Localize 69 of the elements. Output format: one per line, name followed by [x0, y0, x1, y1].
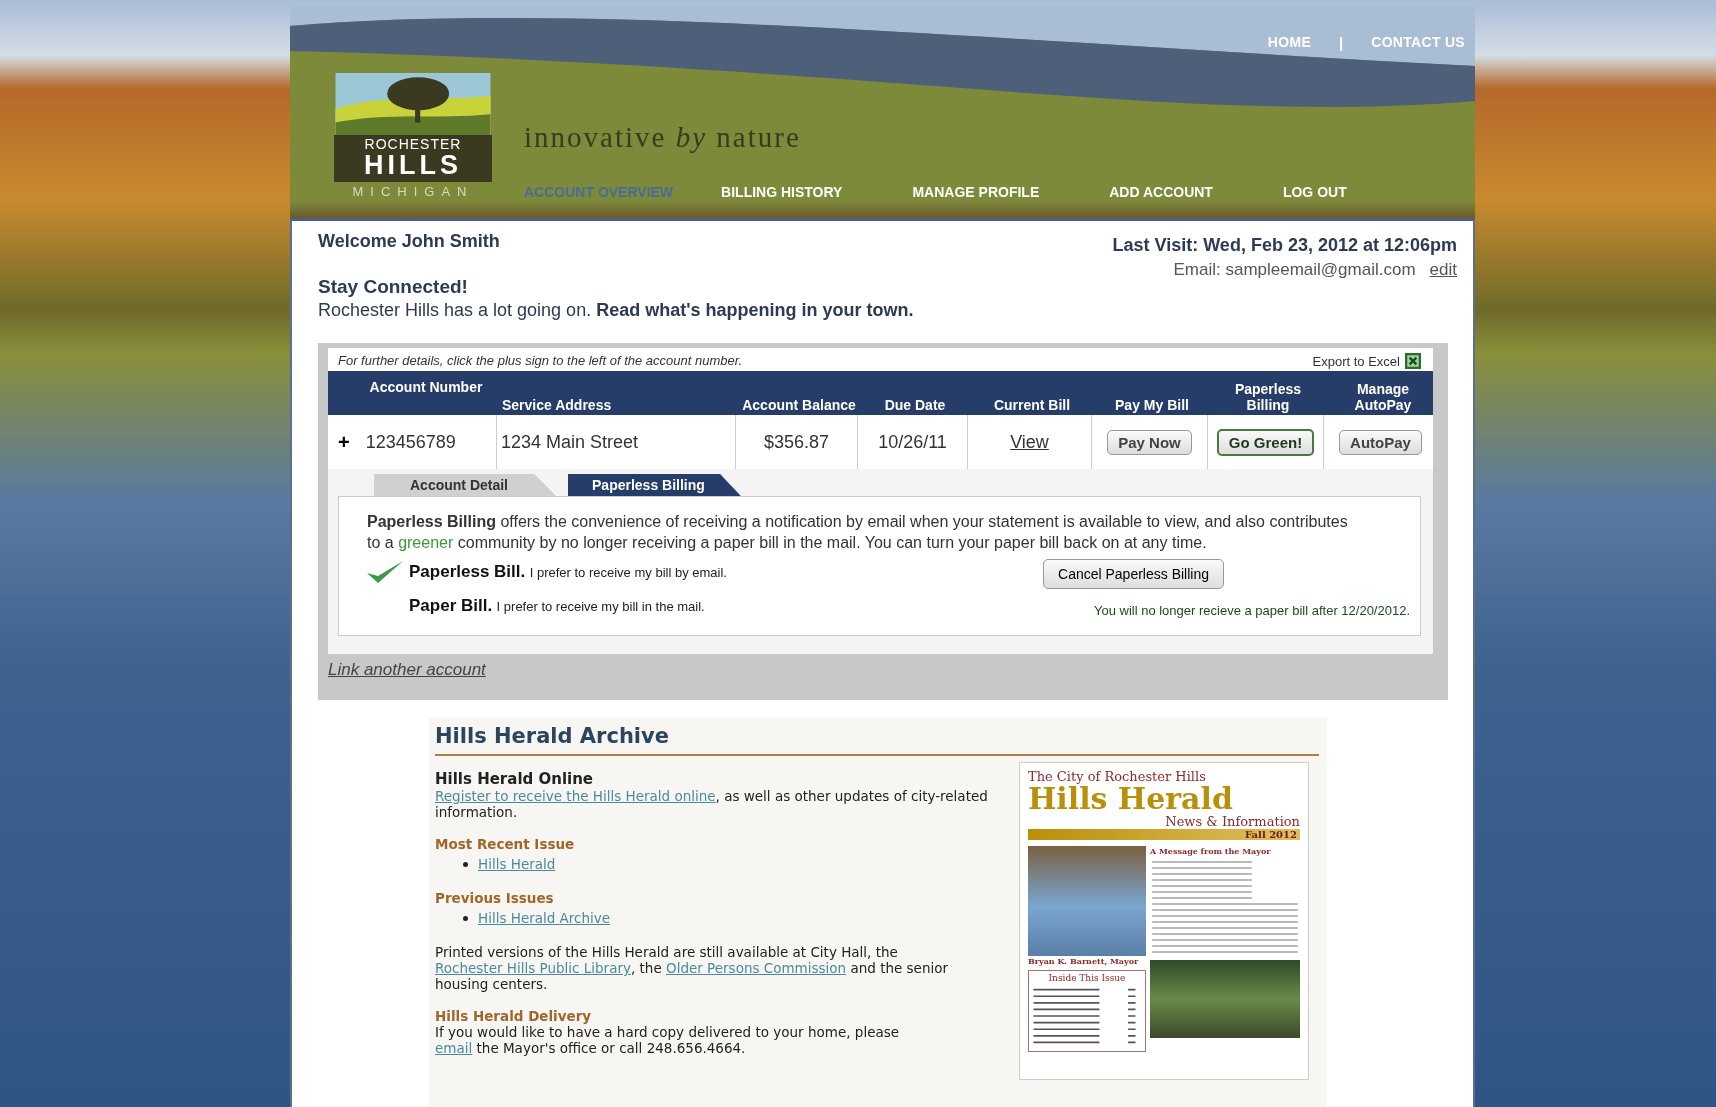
email-text: Email: sampleemail@gmail.com: [1173, 260, 1416, 280]
paperless-description: Paperless Billing offers the convenience of receiving a notification by email when your statement is available to view, and also contributes to a greener community by no longer receiving a paper bill in the mail. You can turn your paper bill back on at any time.: [367, 512, 1349, 553]
contents-title: Inside This Issue: [1047, 973, 1127, 983]
export-link[interactable]: Export to Excel: [1312, 353, 1400, 369]
nav-tab[interactable]: MANAGE PROFILE: [912, 184, 1040, 200]
link-account-link[interactable]: Link another account: [328, 660, 486, 680]
newsletter-cover[interactable]: The City of Rochester Hills Hills Herald News & Information Fall 2012 Bryan K. Barnett, Mayor Inside This Issue A Message from the Mayor: [1019, 762, 1309, 1080]
table-button[interactable]: AutoPay: [1339, 429, 1422, 455]
stay-connected-heading: Stay Connected!: [318, 276, 469, 298]
link-separator: |: [1339, 34, 1344, 51]
paragraph: If you would like to have a hard copy delivered to your home, please email the Mayor's office or call 248.656.4664.: [435, 1024, 901, 1056]
spreadsheet-icon[interactable]: [1405, 353, 1421, 369]
email-link[interactable]: email: [435, 1040, 473, 1056]
subheading: Hills Herald Delivery: [435, 1008, 593, 1024]
billing-option[interactable]: Paperless Bill. I prefer to receive my bill by email.: [409, 562, 727, 582]
landscape-tree-icon: [334, 73, 492, 135]
column-header: Due Date: [883, 396, 947, 415]
column-header: Account Balance: [741, 396, 857, 415]
cover-title: Hills Herald: [1028, 784, 1234, 814]
inline-link[interactable]: Older Persons Commission: [666, 960, 847, 976]
logo-text: HILLS: [364, 152, 462, 178]
nav-tab[interactable]: ADD ACCOUNT: [1109, 184, 1213, 200]
paragraph: Register to receive the Hills Herald online, as well as other updates of city-related information.: [435, 788, 989, 820]
last-visit-text: Last Visit: Wed, Feb 23, 2012 at 12:06pm: [1112, 235, 1457, 256]
stay-connected-text: Rochester Hills has a lot going on. Read what's happening in your town.: [318, 300, 915, 321]
detail-tab[interactable]: Account Detail: [374, 474, 556, 496]
bullet-icon: [463, 915, 468, 921]
enroll-button[interactable]: Go Green!: [1216, 428, 1315, 456]
hint-text: For further details, click the plus sign to the left of the account number.: [338, 353, 743, 369]
cover-subtitle: News & Information: [1165, 814, 1300, 829]
column-header: Service Address: [501, 396, 613, 415]
column-header: Current Bill: [992, 396, 1072, 415]
bullet-icon: [463, 861, 468, 867]
edit-link[interactable]: edit: [1429, 260, 1457, 280]
cover-season-bar: Fall 2012: [1028, 829, 1300, 840]
view-bill-link[interactable]: View: [1010, 431, 1049, 453]
table-cell: 123456789: [365, 431, 456, 453]
table-button[interactable]: Pay Now: [1107, 429, 1192, 455]
issue-link[interactable]: Hills Herald: [478, 856, 556, 872]
nav-tab[interactable]: BILLING HISTORY: [721, 184, 843, 200]
table-cell: 1234 Main Street: [501, 431, 639, 453]
column-header: Pay My Bill: [1114, 396, 1190, 415]
table-cell: $356.87: [763, 431, 830, 453]
column-header: Account Number: [368, 378, 484, 397]
tagline: innovative by nature: [524, 121, 802, 154]
table-cell: 10/26/11: [878, 431, 947, 453]
billing-option[interactable]: Paper Bill. I prefer to receive my bill in the mail.: [409, 596, 705, 616]
subheading: Previous Issues: [435, 890, 555, 906]
notice-text: You will no longer recieve a paper bill after 12/20/2012.: [1093, 603, 1410, 618]
logo-text: ROCHESTER: [364, 137, 462, 152]
paragraph: Printed versions of the Hills Herald are still available at City Hall, the Rochester Hills Public Library, the Older Persons Commission and the senior housing centers.: [435, 944, 950, 992]
subheading: Most Recent Issue: [435, 836, 576, 852]
city-logo[interactable]: ROCHESTER HILLS MICHIGAN: [332, 73, 494, 200]
welcome-text: Welcome John Smith: [318, 231, 500, 253]
register-link[interactable]: Register to receive the Hills Herald online: [435, 788, 716, 804]
cover-headline: A Message from the Mayor: [1150, 846, 1272, 856]
expand-button[interactable]: +: [336, 432, 352, 452]
inline-link[interactable]: Rochester Hills Public Library: [435, 960, 631, 976]
archive-link[interactable]: Hills Herald Archive: [478, 910, 611, 926]
column-header: Manage AutoPay: [1353, 380, 1413, 415]
section-title: Hills Herald Archive: [435, 724, 1319, 756]
cancel-paperless-button[interactable]: Cancel Paperless Billing: [1043, 559, 1224, 589]
photo-caption: Bryan K. Barnett, Mayor: [1028, 956, 1140, 966]
detail-tab[interactable]: Paperless Billing: [568, 474, 741, 496]
nav-tab[interactable]: LOG OUT: [1282, 184, 1347, 200]
cover-kicker: The City of Rochester Hills: [1028, 769, 1207, 784]
subheading: Hills Herald Online: [435, 770, 595, 788]
column-header: Paperless Billing: [1233, 380, 1303, 415]
logo-text: MICHIGAN: [352, 184, 474, 199]
